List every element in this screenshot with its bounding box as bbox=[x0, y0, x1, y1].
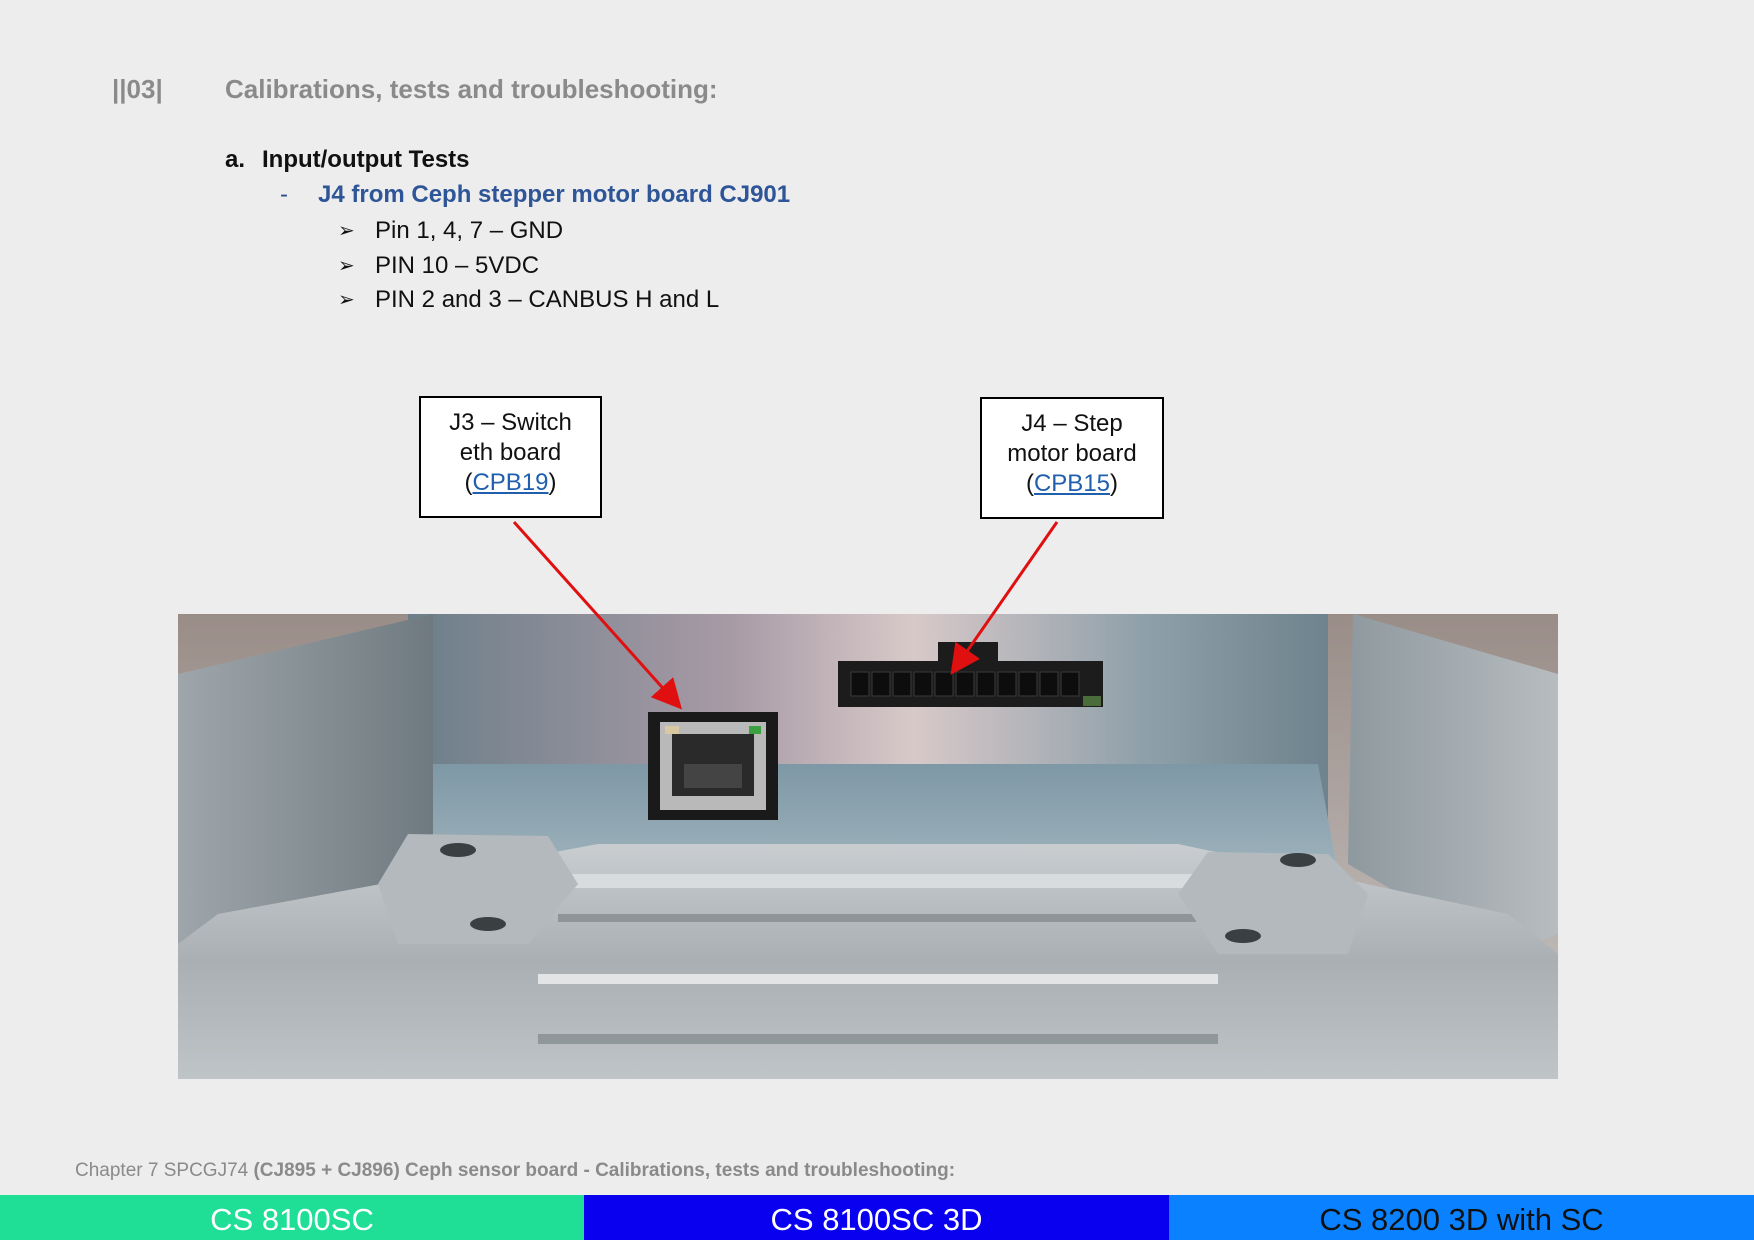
arrow-bullet-icon: ➢ bbox=[338, 289, 355, 311]
callout-ref: (CPB19) bbox=[421, 468, 600, 498]
cpb19-link[interactable]: CPB19 bbox=[472, 469, 548, 496]
callout-line: motor board bbox=[1007, 440, 1137, 467]
callout-line: J3 – Switch bbox=[449, 409, 572, 436]
subsection-letter: a. bbox=[225, 146, 246, 173]
arrow-bullet-icon: ➢ bbox=[338, 220, 355, 242]
callout-j4: J4 – Step motor board (CPB15) bbox=[980, 397, 1164, 519]
band-cs8100sc-3d: CS 8100SC 3D bbox=[584, 1195, 1169, 1240]
callout-j3: J3 – Switch eth board (CPB19) bbox=[419, 396, 602, 518]
list-dash: - bbox=[280, 181, 288, 208]
pin-text: Pin 1, 4, 7 – GND bbox=[375, 217, 564, 244]
footer-caption: Chapter 7 SPCGJ74 (CJ895 + CJ896) Ceph s… bbox=[75, 1160, 955, 1182]
band-cs8200-3d-sc: CS 8200 3D with SC bbox=[1169, 1195, 1754, 1240]
arrow-bullet-icon: ➢ bbox=[338, 255, 355, 277]
footer-prefix: Chapter 7 SPCGJ74 bbox=[75, 1160, 249, 1181]
paren-open: ( bbox=[1025, 470, 1034, 497]
paren-close: ) bbox=[1110, 470, 1119, 497]
callout-line: eth board bbox=[459, 439, 562, 466]
subsection-title: Input/output Tests bbox=[262, 146, 470, 173]
callout-ref: (CPB15) bbox=[982, 469, 1162, 499]
section-title: Calibrations, tests and troubleshooting: bbox=[225, 74, 718, 104]
section-number: ||03| bbox=[112, 74, 163, 104]
callout-line: J4 – Step bbox=[1021, 410, 1123, 437]
paren-close: ) bbox=[548, 469, 557, 496]
cpb15-link[interactable]: CPB15 bbox=[1034, 470, 1110, 497]
footer-bold: (CJ895 + CJ896) Ceph sensor board - Cali… bbox=[253, 1160, 956, 1181]
pin-text: PIN 2 and 3 – CANBUS H and L bbox=[375, 286, 720, 313]
item-heading: J4 from Ceph stepper motor board CJ901 bbox=[318, 181, 791, 208]
pin-text: PIN 10 – 5VDC bbox=[375, 252, 540, 279]
band-cs8100sc: CS 8100SC bbox=[0, 1195, 584, 1240]
housing-photo bbox=[178, 614, 1558, 1079]
